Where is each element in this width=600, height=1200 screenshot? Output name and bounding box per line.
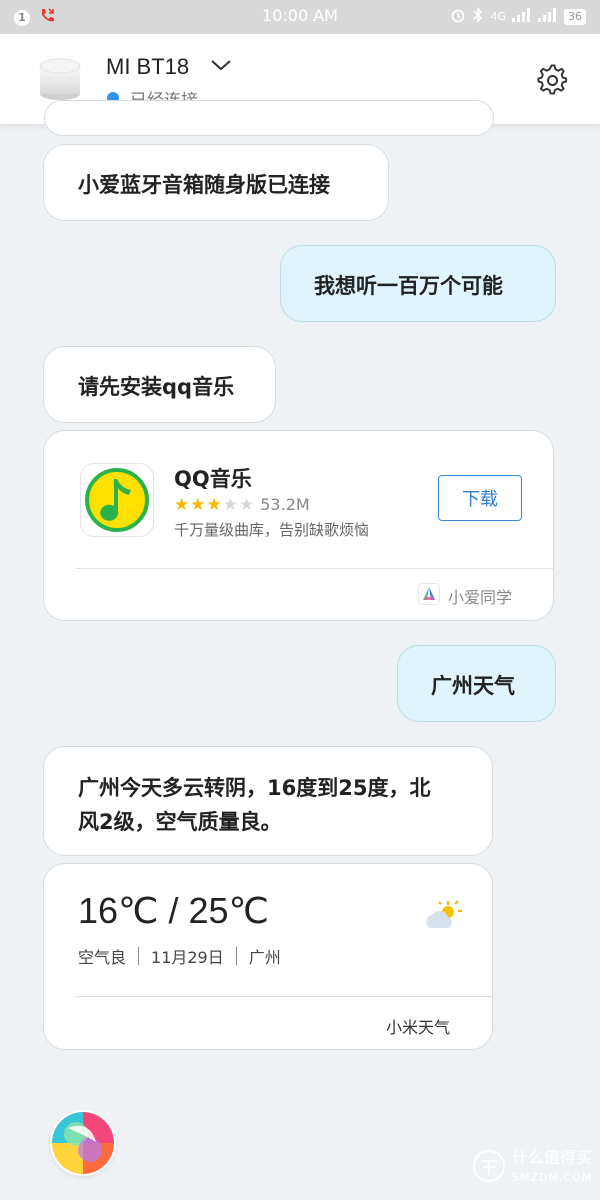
gear-icon[interactable] [536, 64, 568, 96]
card-source-label: 小爱同学 [448, 588, 513, 607]
qq-music-app-icon[interactable] [80, 463, 154, 537]
message-text: 我想听一百万个可能 [314, 274, 503, 298]
user-message: 我想听一百万个可能 [280, 245, 556, 322]
user-message: 广州天气 [397, 645, 556, 722]
network-type: 4G [490, 10, 506, 23]
speaker-icon [36, 56, 84, 102]
weather-date: 11月29日 [151, 948, 224, 967]
assistant-message: 小爱蓝牙音箱随身版已连接 [43, 144, 389, 221]
star-empty-icon: ★ [239, 494, 255, 515]
message-text: 广州天气 [431, 674, 515, 698]
weather-meta: 空气良 11月29日 广州 [78, 944, 281, 968]
message-text: 小爱蓝牙音箱随身版已连接 [78, 173, 330, 197]
message-text-line-1: 广州今天多云转阴，16度到25度，北 [78, 776, 431, 800]
app-name: QQ音乐 [174, 467, 252, 491]
bluetooth-icon [472, 7, 484, 26]
card-source-label: 小米天气 [386, 1018, 451, 1037]
partly-cloudy-icon [422, 898, 464, 934]
previous-message-bubble [44, 100, 494, 136]
signal-icon-2 [538, 8, 558, 25]
watermark-text: 什么值得买 SMZDM.COM [512, 1148, 592, 1188]
battery-indicator: 36 [564, 8, 586, 25]
status-right: 4G 36 [450, 7, 586, 26]
status-bar: 1 10:00 AM 4G 36 [0, 0, 600, 34]
chevron-down-icon[interactable] [210, 56, 232, 74]
device-name[interactable]: MI BT18 [106, 54, 189, 80]
card-divider [76, 996, 492, 997]
star-empty-icon: ★ [222, 494, 238, 515]
message-text: 请先安装qq音乐 [78, 375, 235, 399]
app-size: 53.2M [260, 495, 310, 514]
message-text-line-2: 风2级，空气质量良。 [78, 810, 282, 834]
watermark: 什么值得买 SMZDM.COM [472, 1148, 592, 1188]
xiaoai-logo-icon [418, 583, 440, 609]
alarm-icon [450, 7, 466, 26]
star-icon: ★ [206, 494, 222, 515]
voice-assistant-button[interactable] [46, 1106, 120, 1181]
weather-city: 广州 [248, 948, 281, 967]
assistant-message: 广州今天多云转阴，16度到25度，北 风2级，空气质量良。 [43, 746, 493, 856]
air-quality: 空气良 [78, 948, 127, 967]
watermark-subtitle: SMZDM.COM [512, 1171, 593, 1184]
temperature-range: 16℃ / 25℃ [78, 890, 269, 931]
separator [138, 947, 140, 965]
card-source: 小爱同学 [418, 583, 512, 609]
separator [235, 947, 237, 965]
watermark-title: 什么值得买 [512, 1148, 593, 1167]
app-description: 千万量级曲库，告别缺歌烦恼 [174, 521, 370, 539]
assistant-message: 请先安装qq音乐 [43, 346, 276, 423]
signal-icon [512, 8, 532, 25]
card-divider [76, 568, 553, 569]
app-rating: ★ ★ ★ ★ ★ 53.2M [174, 495, 310, 514]
watermark-logo-icon [472, 1149, 506, 1187]
weather-card: 16℃ / 25℃ 空气良 11月29日 广州 小米天气 [43, 863, 493, 1050]
star-icon: ★ [174, 494, 190, 515]
download-button[interactable]: 下载 [438, 475, 522, 521]
app-card: QQ音乐 ★ ★ ★ ★ ★ 53.2M 千万量级曲库，告别缺歌烦恼 下载 小爱… [43, 430, 554, 621]
star-icon: ★ [190, 494, 206, 515]
